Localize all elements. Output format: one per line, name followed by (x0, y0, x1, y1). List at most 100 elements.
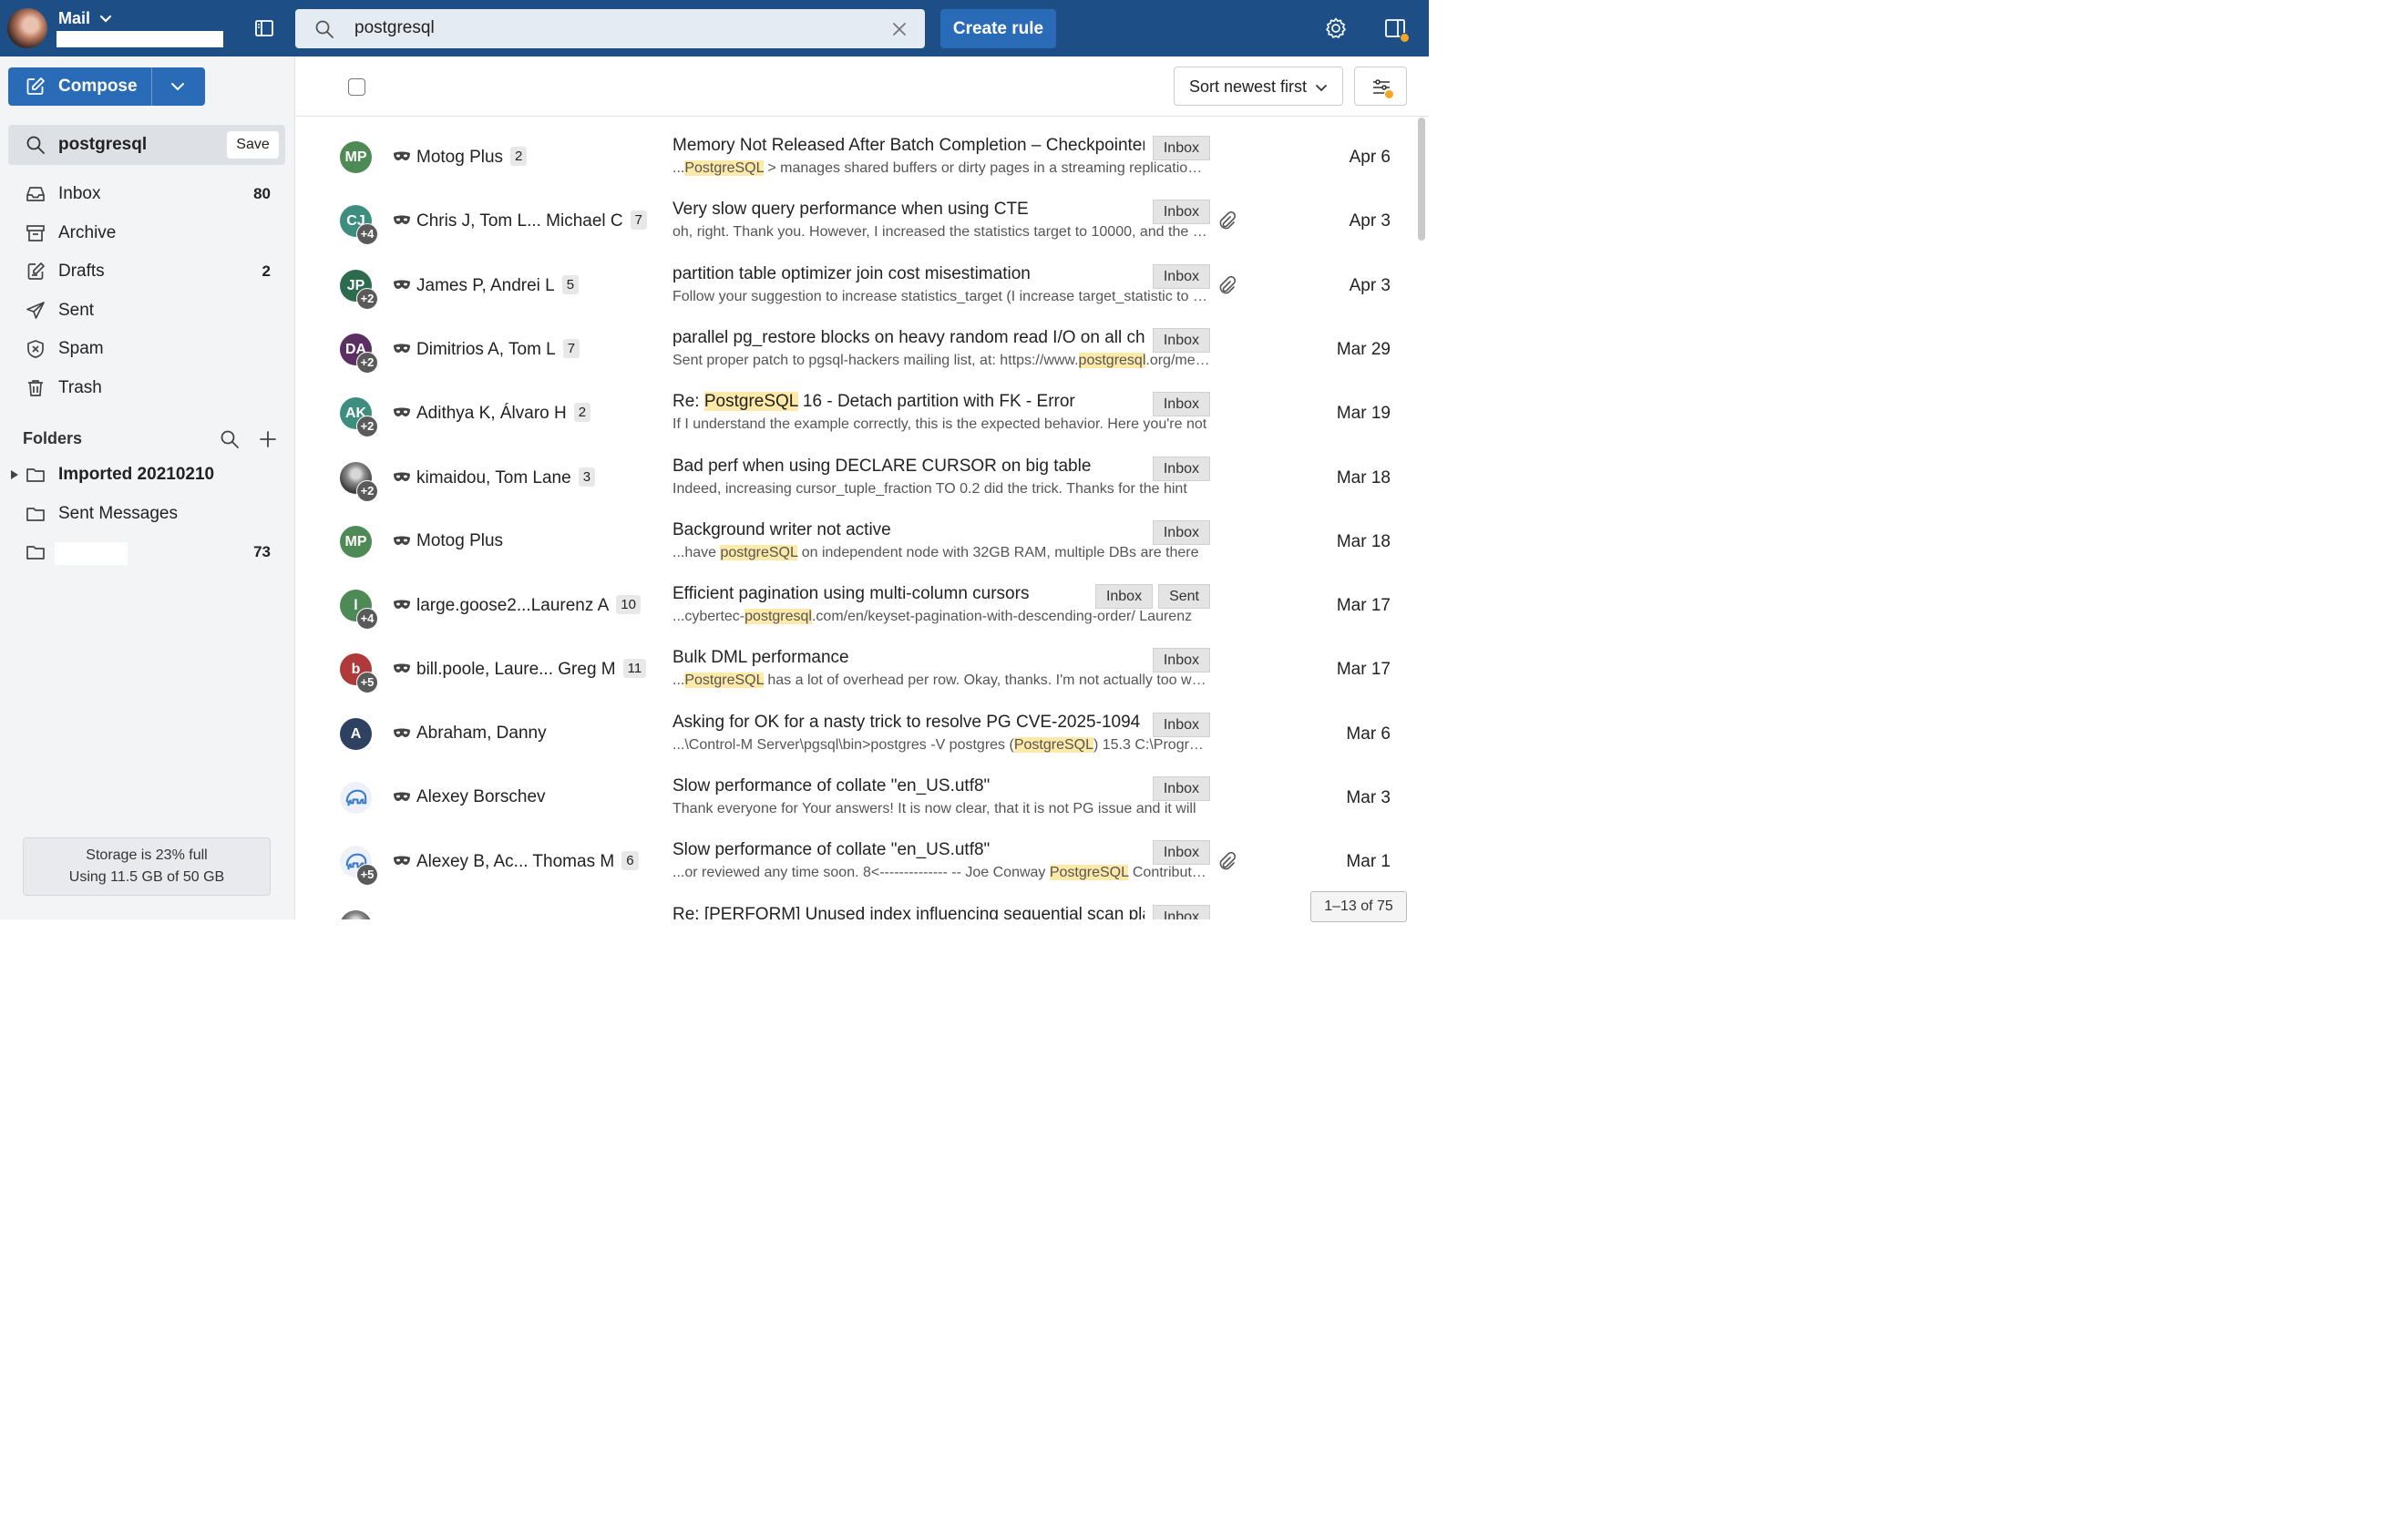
folder-tags: Inbox (1152, 648, 1210, 673)
message-subject: Slow performance of collate "en_US.utf8" (672, 776, 991, 796)
sidebar-item-label: Trash (58, 378, 102, 397)
message-row[interactable]: Re: [PERFORM] Unused index influencing s… (296, 887, 1415, 919)
message-row[interactable]: CJ +4 Chris J, Tom L... Michael C 7 Very slo… (296, 181, 1415, 246)
sender-names: Abraham, Danny (416, 724, 547, 744)
sidebar-toggle-icon[interactable] (253, 17, 275, 39)
folder-icon (26, 508, 45, 521)
message-snippet: Thank everyone for Your answers! It is n… (672, 801, 1210, 817)
notification-dot (1400, 33, 1410, 43)
folder-tag[interactable]: Inbox (1152, 456, 1210, 481)
message-row[interactable]: l +4 large.goose2...Laurenz A 10 Efficient p… (296, 566, 1415, 631)
folder-tag[interactable]: Inbox (1152, 327, 1210, 353)
search-input[interactable]: postgresql (295, 9, 925, 48)
text-segment: Follow your suggestion to increase stati… (672, 288, 1210, 304)
saved-search-item[interactable]: postgresql Save (8, 125, 285, 165)
message-row[interactable]: MP Motog Plus 2 Memory Not Released After B… (296, 118, 1415, 181)
filter-button[interactable] (1354, 67, 1407, 106)
sender-label: Alexey Borschev (416, 787, 546, 806)
sidebar-item-sent[interactable]: Sent (0, 293, 295, 329)
app-switcher-label[interactable]: Mail (58, 9, 90, 28)
extra-participants-badge: +5 (356, 672, 378, 694)
sidebar-item-spam[interactable]: Spam (0, 331, 295, 367)
clear-search-icon[interactable] (890, 20, 909, 38)
search-icon (315, 20, 334, 38)
folder-tag[interactable]: Inbox (1152, 712, 1210, 737)
folder-tag[interactable]: Inbox (1152, 519, 1210, 545)
search-highlight: postgresql (1078, 352, 1146, 368)
create-rule-button[interactable]: Create rule (940, 9, 1056, 48)
sort-dropdown[interactable]: Sort newest first (1174, 67, 1343, 106)
sidebar-item-inbox[interactable]: Inbox 80 (0, 176, 295, 212)
account-email (56, 31, 223, 47)
expand-arrow-icon[interactable] (10, 469, 19, 480)
folder-tags: Inbox (1152, 712, 1210, 737)
storage-usage-amount: Using 11.5 GB of 50 GB (68, 869, 225, 885)
text-segment: Contributors Team (1132, 865, 1210, 881)
message-row[interactable]: AK +2 Adithya K, Álvaro H 2 Re: PostgreSQL 1… (296, 374, 1415, 438)
folder-tag[interactable]: Sent (1158, 584, 1210, 610)
select-all-checkbox[interactable] (348, 78, 365, 96)
sender-label: kimaidou, Tom Lane (416, 467, 571, 488)
folder-tag[interactable]: Inbox (1094, 584, 1154, 610)
folder-tag[interactable]: Inbox (1152, 776, 1210, 801)
folder-tags: Inbox (1152, 392, 1210, 417)
folder-tags: Inbox (1152, 776, 1210, 801)
folder-tag[interactable]: Inbox (1152, 904, 1210, 919)
gear-icon[interactable] (1324, 16, 1348, 40)
archive-icon (26, 225, 45, 241)
mask-icon (394, 792, 410, 801)
thread-count-badge: 2 (510, 147, 528, 166)
folder-tags: Inbox Sent (1094, 584, 1210, 610)
save-search-button[interactable]: Save (227, 131, 279, 159)
message-row[interactable]: MP Motog Plus Background writer not active… (296, 502, 1415, 566)
folder-sent-messages[interactable]: Sent Messages (0, 496, 295, 532)
text-segment: ...\Control-M Server\pgsql\bin>postgres … (672, 736, 1014, 753)
sender-names: Motog Plus 2 (416, 147, 528, 168)
search-query[interactable]: postgresql (354, 18, 435, 38)
folder-icon (26, 468, 45, 482)
folder-tags: Inbox (1152, 840, 1210, 866)
mask-icon (394, 472, 410, 481)
message-subject: Slow performance of collate "en_US.utf8" (672, 840, 991, 860)
add-folder-icon[interactable] (257, 428, 279, 450)
sender-label: Dimitrios A, Tom L (416, 339, 556, 359)
chevron-down-icon[interactable] (169, 77, 187, 96)
folder-tags: Inbox (1152, 456, 1210, 481)
text-segment: Sent proper patch to pgsql-hackers maili… (672, 352, 1079, 368)
message-row[interactable]: +2 kimaidou, Tom Lane 3 Bad perf when using… (296, 438, 1415, 502)
message-row[interactable]: Alexey Borschev Slow performance of colla… (296, 758, 1415, 822)
folder-tags: Inbox (1152, 327, 1210, 353)
sender-label: bill.poole, Laure... Greg M (416, 660, 616, 680)
sidebar-item-archive[interactable]: Archive (0, 215, 295, 252)
folder-tag[interactable]: Inbox (1152, 392, 1210, 417)
folder-imported[interactable]: Imported 20210210 (0, 457, 295, 493)
folder-tag[interactable]: Inbox (1152, 263, 1210, 289)
sidebar-item-trash[interactable]: Trash (0, 370, 295, 406)
sidebar-item-drafts[interactable]: Drafts 2 (0, 253, 295, 290)
list-scrollbar[interactable] (1418, 118, 1425, 241)
message-row[interactable]: +5 Alexey B, Ac... Thomas M 6 Slow performa… (296, 822, 1415, 887)
folder-label: Imported 20210210 (58, 465, 215, 484)
folder-tag[interactable]: Inbox (1152, 840, 1210, 866)
message-date: Mar 17 (1336, 596, 1391, 616)
compose-button[interactable]: Compose (8, 67, 205, 106)
mask-icon (394, 600, 410, 610)
sidebar-item-label: Drafts (58, 262, 105, 281)
message-date: Mar 18 (1336, 467, 1391, 488)
folder-tag[interactable]: Inbox (1152, 200, 1210, 225)
sender-avatar (340, 909, 372, 919)
folder-redacted[interactable]: 73 (0, 534, 295, 570)
draft-count: 2 (262, 262, 271, 280)
search-folders-icon[interactable] (219, 428, 241, 450)
message-row[interactable]: DA +2 Dimitrios A, Tom L 7 parallel pg_resto… (296, 310, 1415, 374)
chevron-down-icon[interactable] (98, 11, 113, 26)
message-row[interactable]: b +5 bill.poole, Laure... Greg M 11 Bulk DML… (296, 630, 1415, 694)
folder-tag[interactable]: Inbox (1152, 136, 1210, 160)
compose-divider (151, 67, 152, 106)
message-row[interactable]: A Abraham, Danny Asking for OK for a nasty… (296, 694, 1415, 758)
sender-names: James P, Andrei L 5 (416, 274, 580, 296)
account-avatar[interactable] (7, 8, 47, 48)
folder-tag[interactable]: Inbox (1152, 648, 1210, 673)
message-row[interactable]: JP +2 James P, Andrei L 5 partition table op… (296, 246, 1415, 310)
extra-participants-badge: +2 (356, 479, 378, 502)
